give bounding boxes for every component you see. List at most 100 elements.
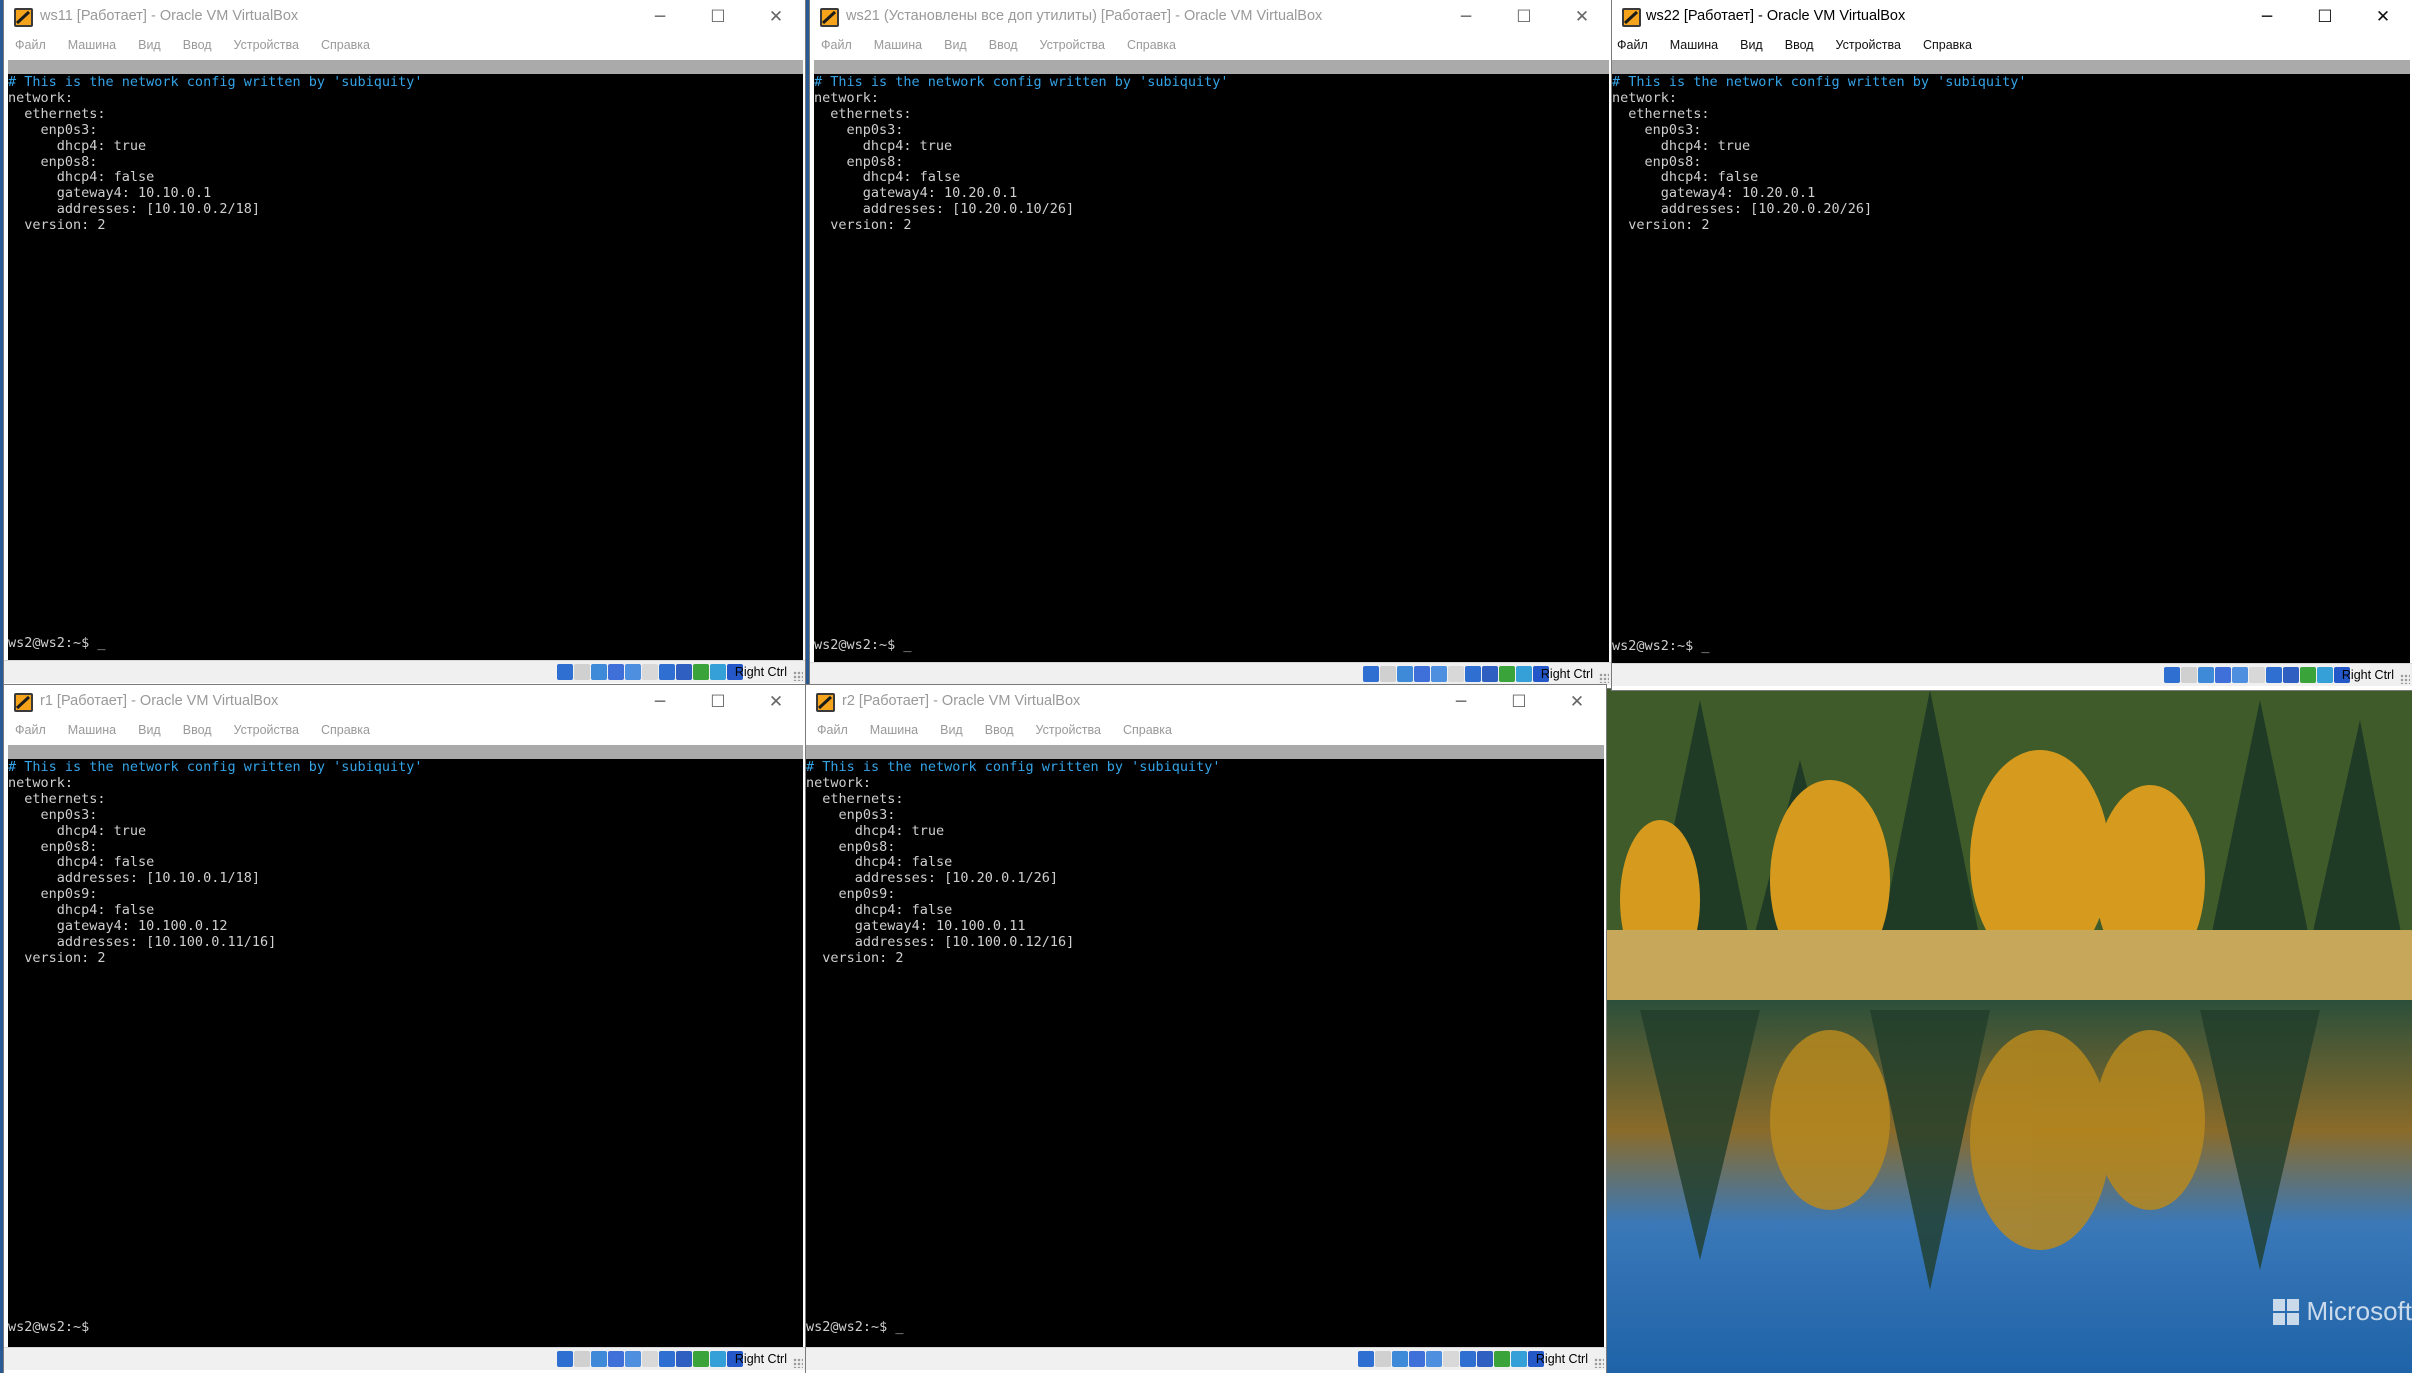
menu-input[interactable]: Ввод xyxy=(183,38,212,52)
resize-grip-icon[interactable] xyxy=(1599,673,1609,683)
close-button[interactable]: ✕ xyxy=(1548,685,1606,719)
hdd-icon[interactable] xyxy=(557,664,573,680)
resize-grip-icon[interactable] xyxy=(793,1358,803,1368)
menu-devices[interactable]: Устройства xyxy=(1836,38,1901,52)
video-capture-icon[interactable] xyxy=(676,1351,692,1367)
title-bar[interactable]: ws21 (Установлены все доп утилиты) [Рабо… xyxy=(810,0,1611,34)
video-capture-icon[interactable] xyxy=(1477,1351,1493,1367)
network-icon[interactable] xyxy=(1414,666,1430,682)
vm-screen[interactable]: GNU nano 4.8 /etc/netplan/00-installer-c… xyxy=(1612,60,2410,663)
shared-folder-icon[interactable] xyxy=(1448,666,1464,682)
close-button[interactable]: ✕ xyxy=(747,685,805,719)
menu-devices[interactable]: Устройства xyxy=(234,38,299,52)
cpu-icon[interactable] xyxy=(1499,666,1515,682)
menu-machine[interactable]: Машина xyxy=(874,38,922,52)
network-icon[interactable] xyxy=(1409,1351,1425,1367)
vm-window-r1[interactable]: r1 [Работает] - Oracle VM VirtualBox ─ ☐… xyxy=(4,685,805,1373)
vm-window-ws21[interactable]: ws21 (Установлены все доп утилиты) [Рабо… xyxy=(810,0,1611,688)
menu-machine[interactable]: Машина xyxy=(68,38,116,52)
optical-drive-icon[interactable] xyxy=(1375,1351,1391,1367)
minimize-button[interactable]: ─ xyxy=(1432,685,1490,719)
display-icon[interactable] xyxy=(1465,666,1481,682)
menu-file[interactable]: Файл xyxy=(821,38,852,52)
usb-icon[interactable] xyxy=(1431,666,1447,682)
usb-icon[interactable] xyxy=(1426,1351,1442,1367)
cpu-icon[interactable] xyxy=(693,1351,709,1367)
mouse-integration-icon[interactable] xyxy=(2317,667,2333,683)
maximize-button[interactable]: ☐ xyxy=(1495,0,1553,34)
hdd-icon[interactable] xyxy=(1358,1351,1374,1367)
shared-folder-icon[interactable] xyxy=(642,664,658,680)
menu-file[interactable]: Файл xyxy=(1617,38,1648,52)
optical-drive-icon[interactable] xyxy=(574,664,590,680)
maximize-button[interactable]: ☐ xyxy=(689,685,747,719)
menu-file[interactable]: Файл xyxy=(15,38,46,52)
title-bar[interactable]: ws22 [Работает] - Oracle VM VirtualBox ─… xyxy=(1612,0,2412,34)
display-icon[interactable] xyxy=(1460,1351,1476,1367)
audio-icon[interactable] xyxy=(1392,1351,1408,1367)
cpu-icon[interactable] xyxy=(2300,667,2316,683)
audio-icon[interactable] xyxy=(591,664,607,680)
vm-window-ws11[interactable]: ws11 [Работает] - Oracle VM VirtualBox ─… xyxy=(4,0,805,686)
video-capture-icon[interactable] xyxy=(676,664,692,680)
cpu-icon[interactable] xyxy=(1494,1351,1510,1367)
video-capture-icon[interactable] xyxy=(1482,666,1498,682)
shared-folder-icon[interactable] xyxy=(2249,667,2265,683)
audio-icon[interactable] xyxy=(591,1351,607,1367)
menu-machine[interactable]: Машина xyxy=(68,723,116,737)
close-button[interactable]: ✕ xyxy=(2354,0,2412,34)
mouse-integration-icon[interactable] xyxy=(710,1351,726,1367)
vm-window-ws22[interactable]: ws22 [Работает] - Oracle VM VirtualBox ─… xyxy=(1612,0,2412,690)
menu-input[interactable]: Ввод xyxy=(985,723,1014,737)
menu-devices[interactable]: Устройства xyxy=(234,723,299,737)
audio-icon[interactable] xyxy=(1397,666,1413,682)
video-capture-icon[interactable] xyxy=(2283,667,2299,683)
display-icon[interactable] xyxy=(659,664,675,680)
maximize-button[interactable]: ☐ xyxy=(2296,0,2354,34)
network-icon[interactable] xyxy=(608,664,624,680)
vm-screen[interactable]: GNU nano 4.8 /etc/netplan/00-installer-c… xyxy=(814,60,1609,662)
menu-devices[interactable]: Устройства xyxy=(1036,723,1101,737)
resize-grip-icon[interactable] xyxy=(793,671,803,681)
hdd-icon[interactable] xyxy=(1363,666,1379,682)
mouse-integration-icon[interactable] xyxy=(710,664,726,680)
vm-window-r2[interactable]: r2 [Работает] - Oracle VM VirtualBox ─ ☐… xyxy=(806,685,1606,1373)
menu-help[interactable]: Справка xyxy=(321,38,370,52)
resize-grip-icon[interactable] xyxy=(1594,1358,1604,1368)
display-icon[interactable] xyxy=(659,1351,675,1367)
mouse-integration-icon[interactable] xyxy=(1516,666,1532,682)
vm-screen[interactable]: GNU nano 4.8 /etc/netplan/00-installer-c… xyxy=(8,745,803,1347)
usb-icon[interactable] xyxy=(2232,667,2248,683)
hdd-icon[interactable] xyxy=(2164,667,2180,683)
menu-help[interactable]: Справка xyxy=(321,723,370,737)
usb-icon[interactable] xyxy=(625,1351,641,1367)
shared-folder-icon[interactable] xyxy=(642,1351,658,1367)
menu-view[interactable]: Вид xyxy=(1740,38,1763,52)
cpu-icon[interactable] xyxy=(693,664,709,680)
menu-file[interactable]: Файл xyxy=(15,723,46,737)
network-icon[interactable] xyxy=(2215,667,2231,683)
menu-input[interactable]: Ввод xyxy=(1785,38,1814,52)
menu-machine[interactable]: Машина xyxy=(1670,38,1718,52)
menu-view[interactable]: Вид xyxy=(944,38,967,52)
maximize-button[interactable]: ☐ xyxy=(1490,685,1548,719)
close-button[interactable]: ✕ xyxy=(747,0,805,34)
resize-grip-icon[interactable] xyxy=(2400,674,2410,684)
maximize-button[interactable]: ☐ xyxy=(689,0,747,34)
title-bar[interactable]: r1 [Работает] - Oracle VM VirtualBox ─ ☐… xyxy=(4,685,805,719)
menu-file[interactable]: Файл xyxy=(817,723,848,737)
hdd-icon[interactable] xyxy=(557,1351,573,1367)
network-icon[interactable] xyxy=(608,1351,624,1367)
display-icon[interactable] xyxy=(2266,667,2282,683)
shared-folder-icon[interactable] xyxy=(1443,1351,1459,1367)
menu-view[interactable]: Вид xyxy=(138,723,161,737)
mouse-integration-icon[interactable] xyxy=(1511,1351,1527,1367)
vm-screen[interactable]: GNU nano 4.8 /etc/netplan/00-installer-c… xyxy=(8,60,803,660)
menu-input[interactable]: Ввод xyxy=(989,38,1018,52)
menu-view[interactable]: Вид xyxy=(138,38,161,52)
close-button[interactable]: ✕ xyxy=(1553,0,1611,34)
minimize-button[interactable]: ─ xyxy=(2238,0,2296,34)
title-bar[interactable]: ws11 [Работает] - Oracle VM VirtualBox ─… xyxy=(4,0,805,34)
optical-drive-icon[interactable] xyxy=(574,1351,590,1367)
minimize-button[interactable]: ─ xyxy=(631,0,689,34)
